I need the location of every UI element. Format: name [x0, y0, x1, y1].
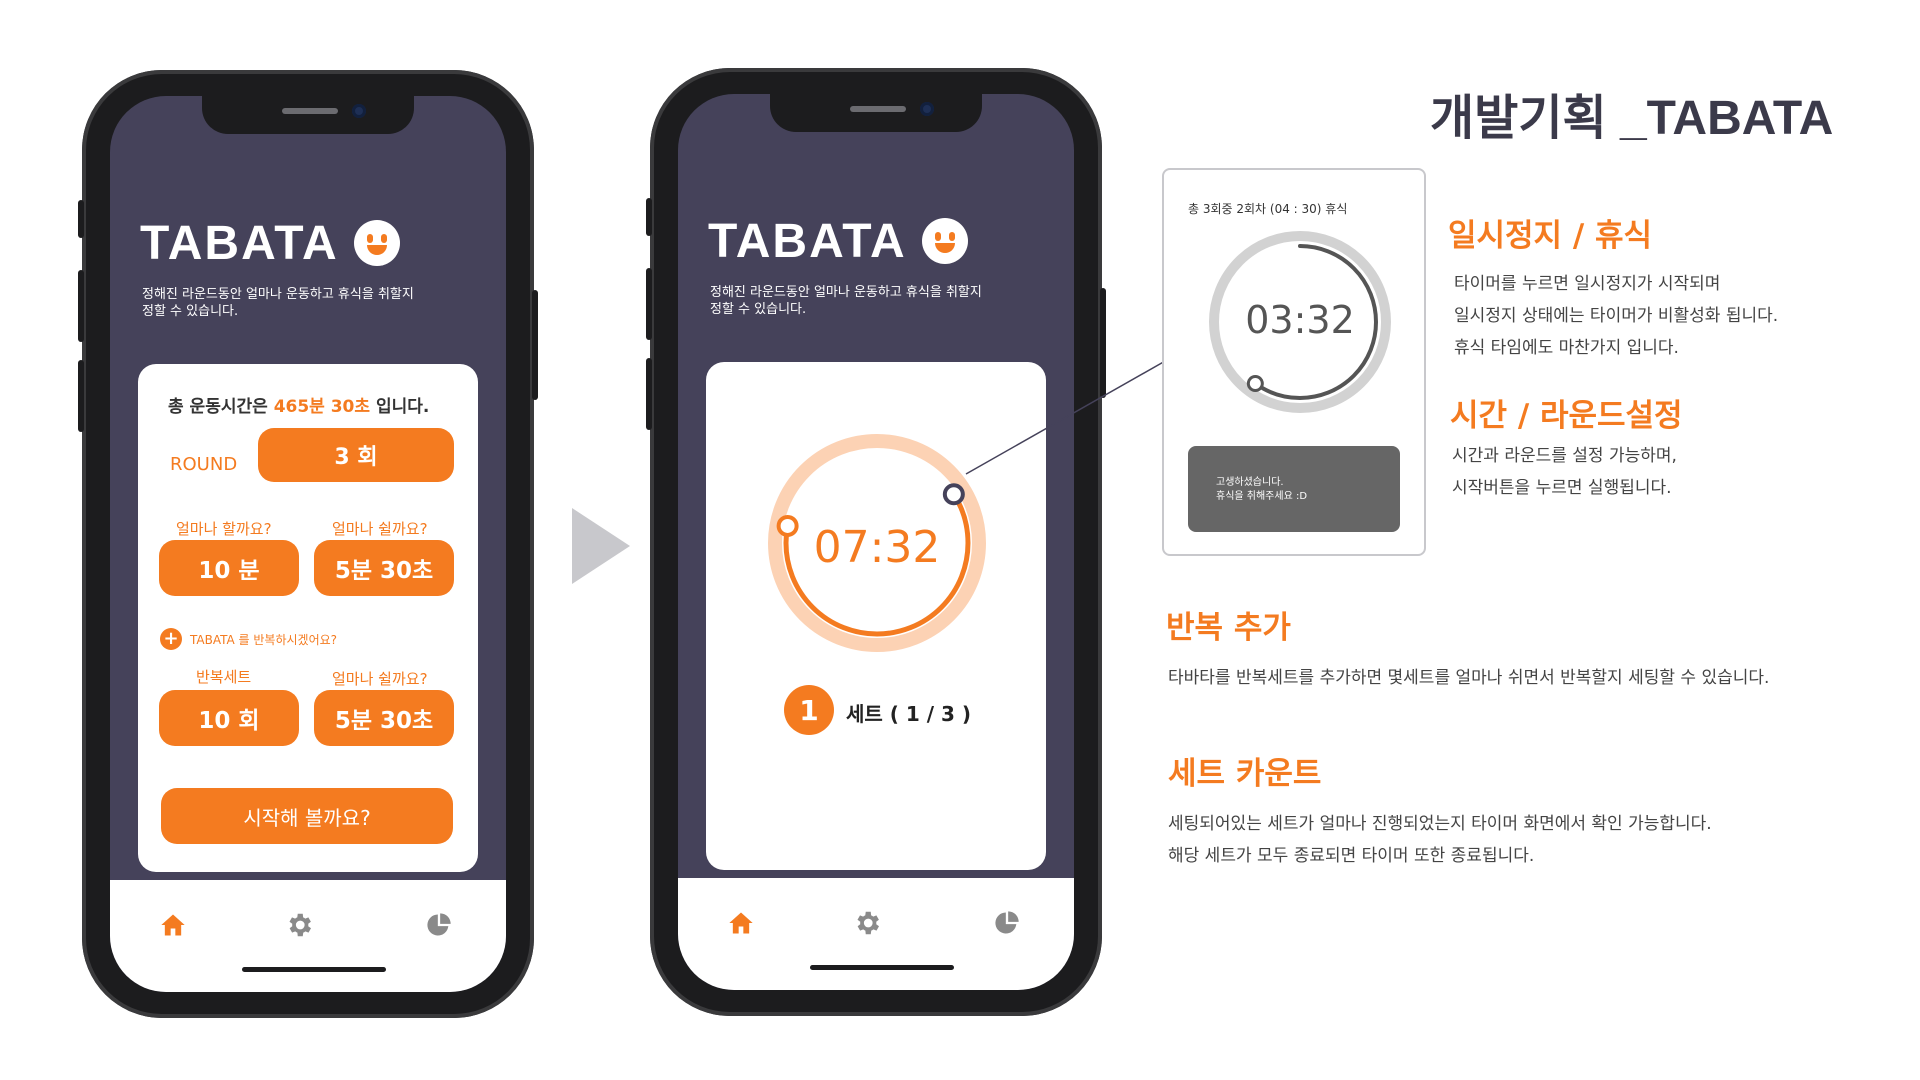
- tab-bar: [110, 880, 506, 992]
- home-icon[interactable]: [724, 906, 758, 940]
- repeat-set-label: 반복세트: [196, 668, 252, 686]
- app-title: TABATA: [140, 217, 339, 270]
- total-time-text: 총 운동시간은 465분 30초 입니다.: [168, 397, 430, 417]
- rest-message-line1: 고생하셨습니다.: [1216, 477, 1284, 488]
- phone-settings: TABATA 정해진 라운드동안 얼마나 운동하고 휴식을 취할지 정할 수 있…: [78, 70, 538, 1018]
- phone-timer: TABATA 정해진 라운드동안 얼마나 운동하고 휴식을 취할지 정할 수 있…: [646, 68, 1106, 1016]
- repeat-prompt: TABATA 를 반복하시겠어요?: [190, 632, 338, 647]
- gear-icon[interactable]: [282, 908, 316, 942]
- set-number-badge: 1: [784, 685, 834, 735]
- phone1-screen: TABATA 정해진 라운드동안 얼마나 운동하고 휴식을 취할지 정할 수 있…: [110, 96, 506, 992]
- zoom-card: 총 3회중 2회차 (04 : 30) 휴식 03:32 고생하셨습니다. 휴식…: [1162, 168, 1426, 556]
- zoom-header: 총 3회중 2회차 (04 : 30) 휴식: [1188, 202, 1348, 216]
- section-title-repeat: 반복 추가: [1166, 610, 1291, 646]
- smiley-icon: [354, 220, 400, 266]
- rest-time-label: 얼마나 쉴까요?: [332, 520, 428, 538]
- app-description: 정해진 라운드동안 얼마나 운동하고 휴식을 취할지 정할 수 있습니다.: [710, 285, 982, 317]
- play-arrow-icon: [572, 508, 630, 588]
- smiley-icon: [922, 218, 968, 264]
- set-counter: 세트 ( 1 / 3 ): [846, 702, 972, 726]
- app-description: 정해진 라운드동안 얼마나 운동하고 휴식을 취할지 정할 수 있습니다.: [142, 287, 414, 319]
- tab-bar: [678, 878, 1074, 990]
- repeat-set-selector[interactable]: 10 회: [159, 690, 299, 746]
- home-icon[interactable]: [156, 908, 190, 942]
- section-title-count: 세트 카운트: [1168, 756, 1322, 792]
- gear-icon[interactable]: [850, 906, 884, 940]
- rest-time-selector[interactable]: 5분 30초: [314, 540, 454, 596]
- home-indicator: [242, 967, 386, 972]
- plus-circle-icon: +: [160, 628, 182, 650]
- work-time-label: 얼마나 할까요?: [176, 520, 272, 538]
- section-text-count: 세팅되어있는 세트가 얼마나 진행되었는지 타이머 화면에서 확인 가능합니다.…: [1168, 814, 1712, 866]
- section-title-pause: 일시정지 / 휴식: [1448, 218, 1653, 254]
- phone2-screen: TABATA 정해진 라운드동안 얼마나 운동하고 휴식을 취할지 정할 수 있…: [678, 94, 1074, 990]
- home-indicator: [810, 965, 954, 970]
- repeat-add-button[interactable]: + TABATA 를 반복하시겠어요?: [160, 628, 337, 650]
- zoom-timer-display[interactable]: 03:32: [1206, 298, 1394, 342]
- repeat-rest-selector[interactable]: 5분 30초: [314, 690, 454, 746]
- pie-chart-icon[interactable]: [990, 906, 1024, 940]
- section-title-time: 시간 / 라운드설정: [1450, 398, 1683, 434]
- start-button[interactable]: 시작해 볼까요?: [161, 788, 453, 844]
- round-selector[interactable]: 3 회: [258, 428, 454, 482]
- section-text-pause: 타이머를 누르면 일시정지가 시작되며 일시정지 상태에는 타이머가 비활성화 …: [1454, 274, 1779, 358]
- section-text-repeat: 타바타를 반복세트를 추가하면 몇세트를 얼마나 쉬면서 반복할지 세팅할 수 …: [1168, 668, 1770, 688]
- page-title: 개발기획 _TABATA: [1430, 92, 1834, 145]
- repeat-rest-label: 얼마나 쉴까요?: [332, 670, 428, 688]
- settings-card: 총 운동시간은 465분 30초 입니다. ROUND 3 회 얼마나 할까요?…: [138, 364, 478, 872]
- section-text-time: 시간과 라운드를 설정 가능하며, 시작버튼을 누르면 실행됩니다.: [1452, 446, 1677, 498]
- pie-chart-icon[interactable]: [422, 908, 456, 942]
- callout-line: [965, 355, 1175, 475]
- rest-message-line2: 휴식을 취해주세요 :D: [1216, 491, 1308, 502]
- timer-display[interactable]: 07:32: [766, 522, 988, 573]
- work-time-selector[interactable]: 10 분: [159, 540, 299, 596]
- round-label: ROUND: [170, 454, 238, 475]
- rest-message-box: 고생하셨습니다. 휴식을 취해주세요 :D: [1188, 446, 1400, 532]
- app-title: TABATA: [708, 215, 907, 268]
